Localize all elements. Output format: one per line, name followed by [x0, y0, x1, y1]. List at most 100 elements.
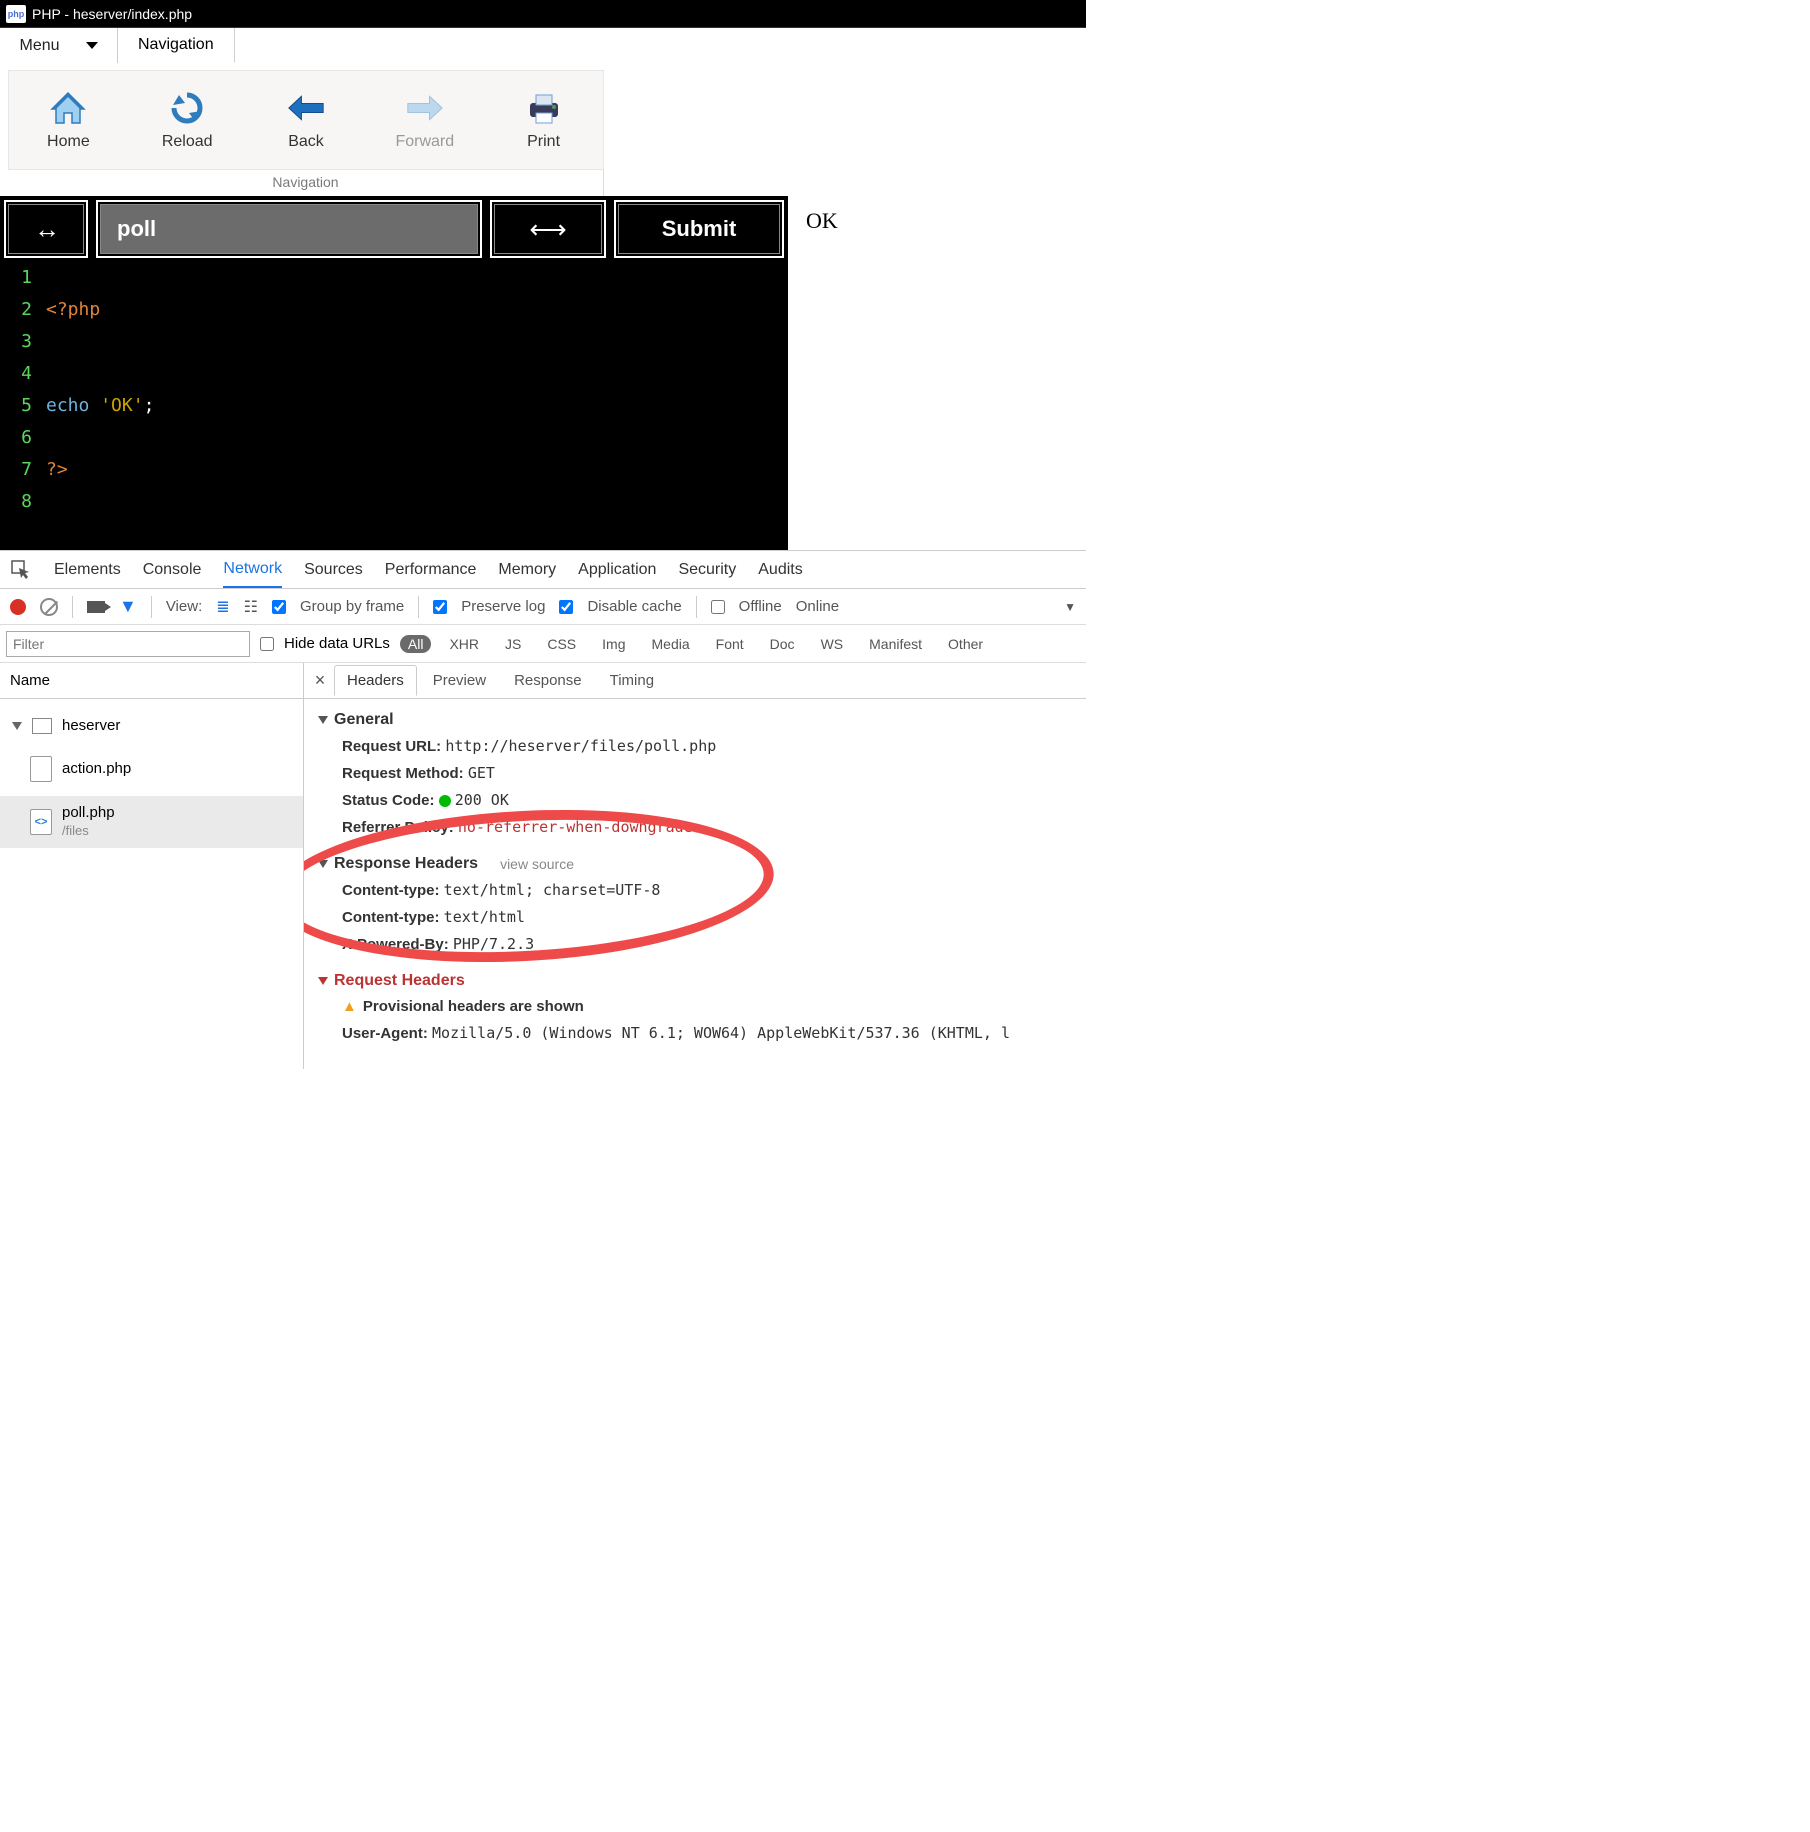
type-img[interactable]: Img	[594, 635, 633, 653]
filter-input[interactable]	[6, 631, 250, 657]
type-media[interactable]: Media	[644, 635, 698, 653]
tab-navigation[interactable]: Navigation	[118, 28, 235, 63]
code-editor[interactable]: 12345678 <?php echo 'OK'; ?>	[0, 262, 788, 550]
hide-data-urls-checkbox[interactable]	[260, 637, 274, 651]
type-css[interactable]: CSS	[539, 635, 584, 653]
tab-security[interactable]: Security	[678, 553, 736, 587]
detail-tab-preview[interactable]: Preview	[421, 666, 498, 695]
tree-root-label: heserver	[62, 717, 120, 734]
reload-icon	[168, 89, 206, 127]
detail-tab-headers[interactable]: Headers	[334, 665, 417, 696]
tree-root[interactable]: heserver	[0, 709, 303, 742]
window-title: PHP - heserver/index.php	[32, 6, 192, 22]
type-xhr[interactable]: XHR	[441, 635, 487, 653]
more-dropdown-icon[interactable]: ▼	[1064, 600, 1076, 614]
tree-file-poll[interactable]: <> poll.php /files	[0, 796, 303, 848]
divider	[151, 596, 152, 618]
chevron-down-icon	[318, 977, 328, 985]
online-label: Online	[796, 598, 839, 615]
group-by-frame-checkbox[interactable]	[272, 600, 286, 614]
request-headers-title[interactable]: Request Headers	[318, 968, 1072, 994]
view-label: View:	[166, 598, 202, 615]
type-other[interactable]: Other	[940, 635, 991, 653]
print-label: Print	[527, 133, 560, 151]
type-doc[interactable]: Doc	[762, 635, 803, 653]
view-tree-icon[interactable]: ☷	[244, 597, 258, 617]
detail-tab-timing[interactable]: Timing	[598, 666, 666, 695]
resize-handle-left[interactable]: ↔	[4, 200, 88, 258]
tab-application[interactable]: Application	[578, 553, 656, 587]
network-body: Name heserver action.php <> poll.php /fi…	[0, 663, 1086, 1069]
divider	[418, 596, 419, 618]
request-tree: Name heserver action.php <> poll.php /fi…	[0, 663, 304, 1069]
record-button[interactable]	[10, 599, 26, 615]
screenshot-icon[interactable]	[87, 601, 105, 613]
home-icon	[49, 89, 87, 127]
detail-tabs: × Headers Preview Response Timing	[304, 663, 1086, 699]
inspect-element-icon[interactable]	[10, 559, 32, 581]
folder-icon	[32, 718, 52, 734]
file-name: action.php	[62, 760, 131, 778]
tab-elements[interactable]: Elements	[54, 553, 121, 587]
detail-tab-response[interactable]: Response	[502, 666, 594, 695]
hide-data-urls-label: Hide data URLs	[284, 635, 390, 652]
tab-sources[interactable]: Sources	[304, 553, 363, 587]
ribbon-caption: Navigation	[8, 170, 604, 196]
tab-memory[interactable]: Memory	[498, 553, 556, 587]
request-headers-section: Request Headers ▲Provisional headers are…	[318, 968, 1072, 1047]
file-icon	[30, 756, 52, 782]
network-filter-bar: Hide data URLs All XHR JS CSS Img Media …	[0, 625, 1086, 663]
back-button[interactable]: Back	[247, 71, 366, 169]
clear-button[interactable]	[40, 598, 58, 616]
type-all[interactable]: All	[400, 635, 432, 653]
network-toolbar: ▼ View: ≣ ☷ Group by frame Preserve log …	[0, 589, 1086, 625]
menu-strip: Menu Navigation	[0, 28, 1086, 64]
response-headers-title[interactable]: Response Headersview source	[318, 851, 1072, 877]
offline-label: Offline	[739, 598, 782, 615]
general-title[interactable]: General	[318, 707, 1072, 733]
type-font[interactable]: Font	[708, 635, 752, 653]
output-pane: OK	[788, 196, 1086, 550]
view-source-link[interactable]: view source	[500, 851, 574, 877]
file-title-box[interactable]: poll	[96, 200, 482, 258]
resize-handle-mid[interactable]: ⟷	[490, 200, 606, 258]
warning-icon: ▲	[342, 998, 357, 1015]
close-icon[interactable]: ×	[310, 670, 330, 691]
preserve-log-checkbox[interactable]	[433, 600, 447, 614]
menu-label: Menu	[19, 37, 59, 55]
print-button[interactable]: Print	[484, 71, 603, 169]
request-method: Request Method: GET	[318, 760, 1072, 787]
output-text: OK	[806, 208, 838, 233]
disable-cache-checkbox[interactable]	[559, 600, 573, 614]
x-powered-by: X-Powered-By: PHP/7.2.3	[318, 931, 1072, 958]
editor-area: ↔ poll ⟷ Submit 12345678 <?php echo 'OK'…	[0, 196, 1086, 550]
back-label: Back	[288, 133, 324, 151]
home-label: Home	[47, 133, 90, 151]
content-type-2: Content-type: text/html	[318, 904, 1072, 931]
type-js[interactable]: JS	[497, 635, 529, 653]
tree-file-action[interactable]: action.php	[0, 748, 303, 790]
tab-console[interactable]: Console	[143, 553, 202, 587]
php-file-icon: php	[6, 5, 26, 23]
offline-checkbox[interactable]	[711, 600, 725, 614]
tab-audits[interactable]: Audits	[758, 553, 802, 587]
tree-header-name[interactable]: Name	[0, 663, 303, 699]
submit-button[interactable]: Submit	[614, 200, 784, 258]
provisional-warning: ▲Provisional headers are shown	[318, 994, 1072, 1020]
tab-performance[interactable]: Performance	[385, 553, 477, 587]
response-headers-section: Response Headersview source Content-type…	[318, 851, 1072, 958]
chevron-down-icon	[318, 716, 328, 724]
preserve-log-label: Preserve log	[461, 598, 545, 615]
devtools: Elements Console Network Sources Perform…	[0, 550, 1086, 1069]
menu-button[interactable]: Menu	[0, 28, 118, 63]
type-ws[interactable]: WS	[813, 635, 852, 653]
forward-button[interactable]: Forward	[365, 71, 484, 169]
print-icon	[525, 89, 563, 127]
view-list-icon[interactable]: ≣	[216, 597, 229, 617]
tab-network[interactable]: Network	[223, 552, 282, 588]
headers-pane: General Request URL: http://heserver/fil…	[304, 699, 1086, 1065]
reload-button[interactable]: Reload	[128, 71, 247, 169]
type-manifest[interactable]: Manifest	[861, 635, 930, 653]
home-button[interactable]: Home	[9, 71, 128, 169]
filter-icon[interactable]: ▼	[119, 596, 137, 617]
